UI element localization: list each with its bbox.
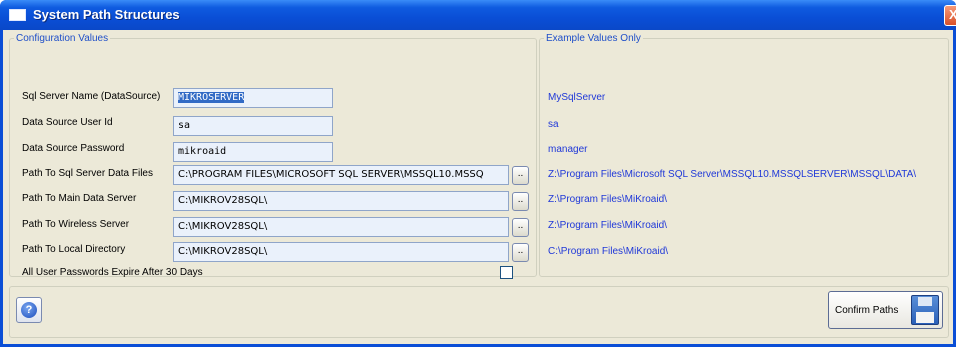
floppy-disk-icon xyxy=(911,295,939,325)
example-server-name: MySqlServer xyxy=(548,92,606,103)
sql-server-name-input[interactable]: MIKROSERVER xyxy=(173,88,333,108)
confirm-paths-label: Confirm Paths xyxy=(835,305,899,316)
example-main-data-server: Z:\Program Files\MiKroaid\ xyxy=(548,194,667,205)
sql-server-name-value: MIKROSERVER xyxy=(178,92,245,103)
configuration-values-group: Configuration Values Sql Server Name (Da… xyxy=(9,33,537,279)
local-directory-input[interactable]: C:\MIKROV28SQL\ xyxy=(173,242,509,262)
wireless-server-label: Path To Wireless Server xyxy=(22,219,130,230)
example-values-group: Example Values Only MySqlServer sa manag… xyxy=(539,33,949,277)
main-data-server-browse-button[interactable]: .. xyxy=(512,192,529,211)
sql-data-files-input[interactable]: C:\PROGRAM FILES\MICROSOFT SQL SERVER\MS… xyxy=(173,165,509,185)
example-user-id: sa xyxy=(548,119,559,130)
floppy-shutter xyxy=(918,297,932,306)
close-button[interactable]: X xyxy=(944,5,956,26)
sql-server-name-label: Sql Server Name (DataSource) xyxy=(22,91,161,102)
example-values-legend: Example Values Only xyxy=(546,33,641,44)
password-expiry-label: All User Passwords Expire After 30 Days xyxy=(22,267,203,278)
main-data-server-label: Path To Main Data Server xyxy=(22,193,137,204)
example-password: manager xyxy=(548,144,588,155)
sql-data-files-label: Path To Sql Server Data Files xyxy=(22,168,153,179)
password-expiry-checkbox[interactable] xyxy=(500,266,513,279)
example-wireless-server: Z:\Program Files\MiKroaid\ xyxy=(548,220,667,231)
floppy-label-area xyxy=(916,312,934,323)
main-data-server-input[interactable]: C:\MIKROV28SQL\ xyxy=(173,191,509,211)
title-bar[interactable]: System Path Structures X xyxy=(0,0,956,30)
password-input[interactable]: mikroaid xyxy=(173,142,333,162)
configuration-values-legend: Configuration Values xyxy=(16,33,109,44)
footer-bar: ? Confirm Paths xyxy=(9,286,949,338)
local-directory-browse-button[interactable]: .. xyxy=(512,243,529,262)
sql-data-files-browse-button[interactable]: .. xyxy=(512,166,529,185)
local-directory-label: Path To Local Directory xyxy=(22,244,126,255)
example-sql-data-files: Z:\Program Files\Microsoft SQL Server\MS… xyxy=(548,169,917,180)
wireless-server-input[interactable]: C:\MIKROV28SQL\ xyxy=(173,217,509,237)
help-button[interactable]: ? xyxy=(16,297,42,323)
window-icon xyxy=(9,9,26,21)
dialog-client-area: Configuration Values Sql Server Name (Da… xyxy=(3,30,953,344)
example-local-directory: C:\Program Files\MiKroaid\ xyxy=(548,246,669,257)
window-title: System Path Structures xyxy=(33,7,180,22)
dialog-window: System Path Structures X Configuration V… xyxy=(0,0,956,347)
user-id-label: Data Source User Id xyxy=(22,117,113,128)
wireless-server-browse-button[interactable]: .. xyxy=(512,218,529,237)
user-id-input[interactable]: sa xyxy=(173,116,333,136)
password-label: Data Source Password xyxy=(22,143,125,154)
help-icon: ? xyxy=(21,302,37,318)
confirm-paths-button[interactable]: Confirm Paths xyxy=(828,291,943,329)
